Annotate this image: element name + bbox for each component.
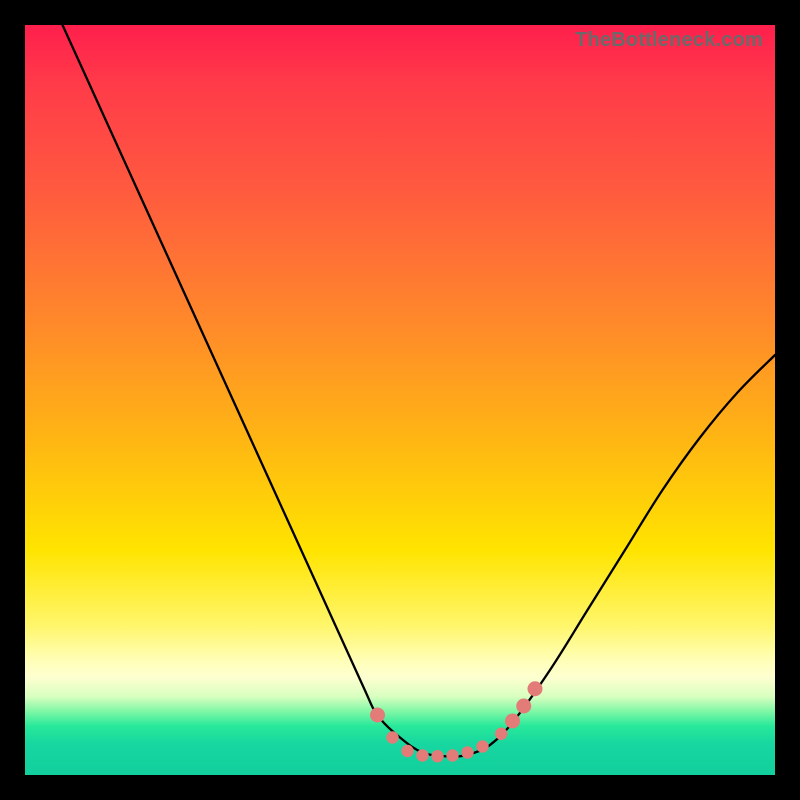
curve-marker: [370, 708, 385, 723]
curve-marker: [516, 699, 531, 714]
curve-marker: [495, 728, 507, 740]
plot-area: TheBottleneck.com: [25, 25, 775, 775]
curve-marker: [446, 749, 458, 761]
curve-marker: [401, 745, 413, 757]
curve-marker: [528, 681, 543, 696]
curve-marker: [505, 714, 520, 729]
curve-marker: [461, 746, 473, 758]
bottleneck-curve: [63, 25, 776, 757]
chart-frame: TheBottleneck.com: [0, 0, 800, 800]
curve-marker: [416, 749, 428, 761]
chart-overlay: [25, 25, 775, 775]
curve-marker: [386, 731, 398, 743]
marker-group: [370, 681, 543, 762]
curve-marker: [431, 750, 443, 762]
curve-marker: [476, 740, 488, 752]
